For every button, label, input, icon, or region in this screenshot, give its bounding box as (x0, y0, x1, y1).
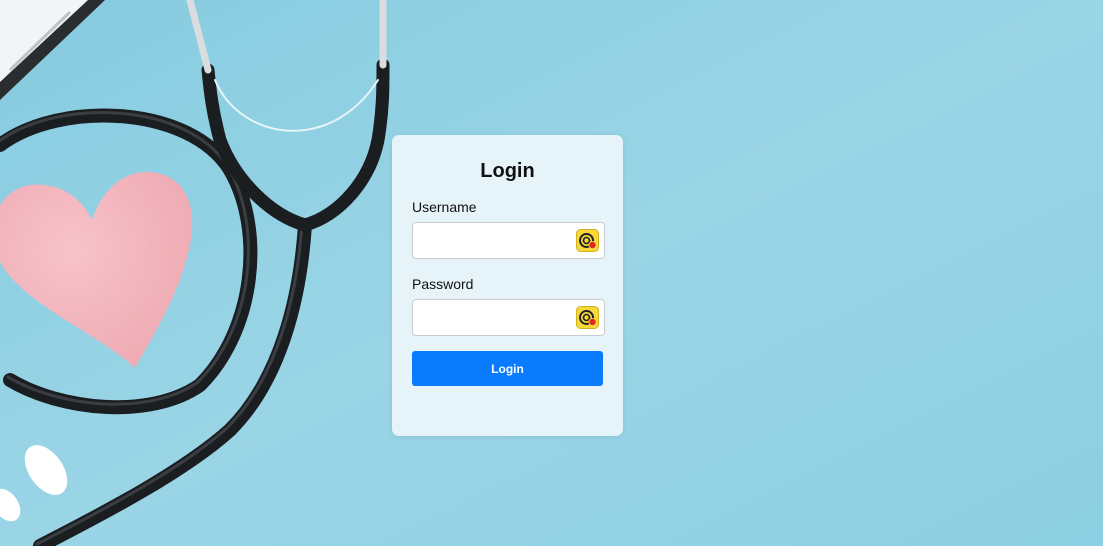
username-label: Username (412, 199, 477, 215)
password-manager-icon[interactable] (576, 229, 599, 252)
password-manager-icon[interactable] (576, 306, 599, 329)
password-label: Password (412, 276, 474, 292)
login-button[interactable]: Login (412, 351, 603, 386)
password-field (412, 299, 605, 336)
login-card: Login Username Password Login (392, 135, 623, 436)
username-field (412, 222, 605, 259)
login-title: Login (480, 160, 535, 182)
